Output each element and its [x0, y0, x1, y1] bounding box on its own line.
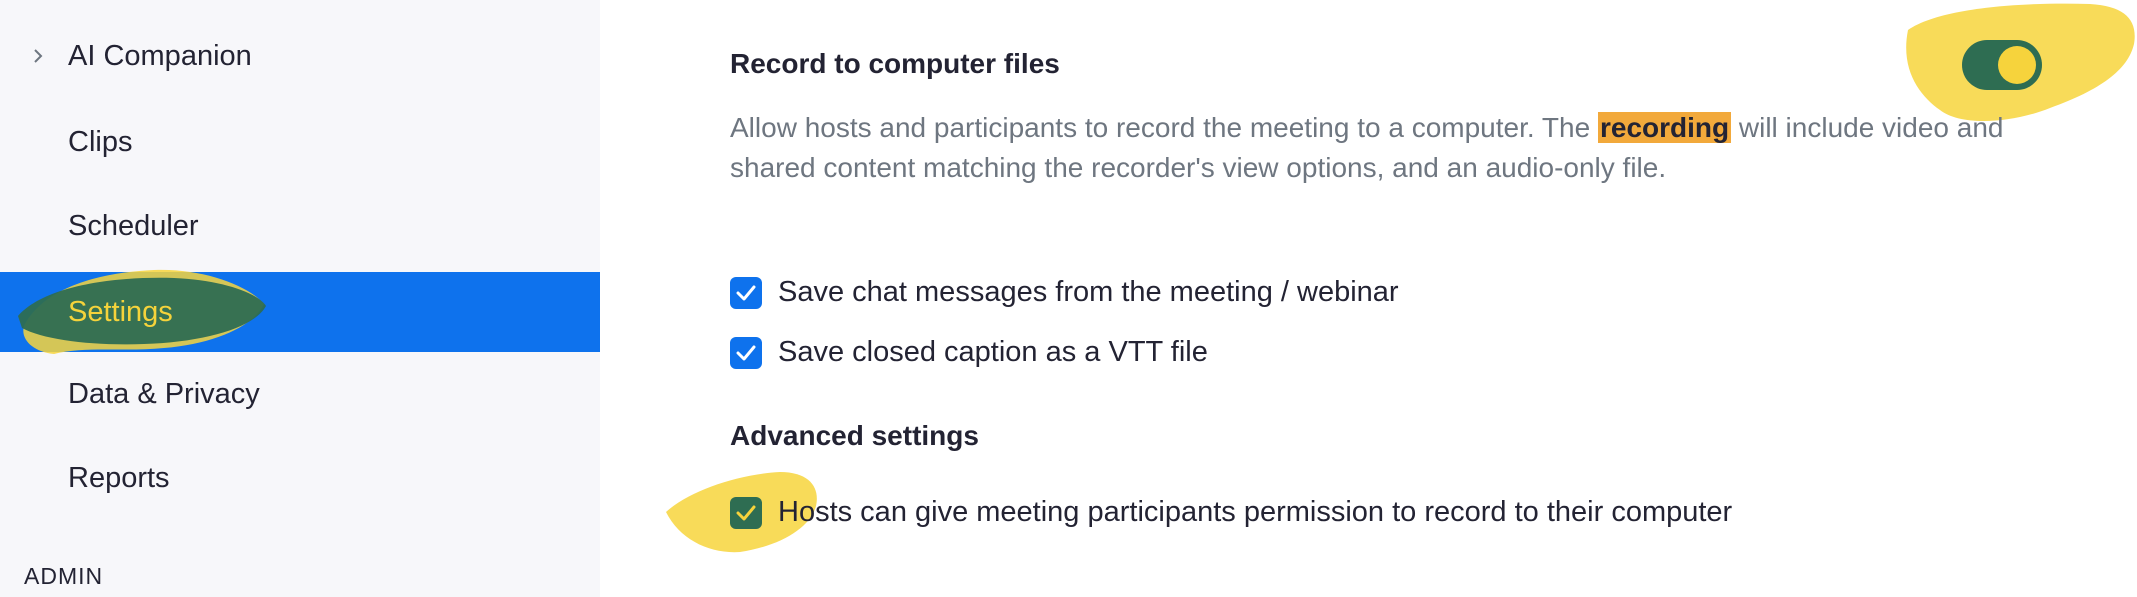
check-icon [736, 505, 756, 520]
option-label: Hosts can give meeting participants perm… [778, 496, 1733, 528]
advanced-settings-title: Advanced settings [730, 420, 979, 451]
description-text: Allow hosts and participants to record t… [730, 112, 1598, 143]
host-permission-checkbox[interactable] [730, 496, 762, 529]
option-save-caption[interactable]: Save closed caption as a VTT file [730, 336, 1208, 369]
highlighted-term: recording [1597, 112, 1732, 143]
sidebar-item-label: Scheduler [68, 209, 199, 242]
sidebar-section-label: ADMIN [24, 563, 104, 589]
save-caption-checkbox[interactable] [730, 336, 762, 369]
option-label: Save chat messages from the meeting / we… [778, 276, 1399, 308]
setting-title: Record to computer files [730, 48, 1060, 79]
check-icon [736, 345, 756, 360]
sidebar-item-data-privacy[interactable]: Data & Privacy [0, 354, 600, 434]
option-host-permission[interactable]: Hosts can give meeting participants perm… [666, 472, 1733, 553]
sidebar-item-label: Data & Privacy [68, 377, 260, 410]
sidebar-item-clips[interactable]: Clips [0, 102, 600, 182]
toggle-knob [1998, 46, 2036, 84]
sidebar: AI Companion Clips Scheduler Settings Da… [0, 0, 600, 597]
sidebar-item-reports[interactable]: Reports [0, 438, 600, 518]
sidebar-item-settings[interactable]: Settings [0, 269, 600, 354]
sidebar-item-ai-companion[interactable]: AI Companion [0, 16, 600, 96]
sidebar-item-label: Settings [68, 295, 173, 328]
record-to-computer-toggle[interactable] [1962, 40, 2042, 90]
sidebar-item-label: Clips [68, 125, 133, 158]
option-save-chat[interactable]: Save chat messages from the meeting / we… [730, 276, 1399, 309]
sidebar-item-label: Reports [68, 461, 170, 494]
setting-description: Allow hosts and participants to record t… [730, 108, 2020, 188]
save-chat-checkbox[interactable] [730, 276, 762, 309]
sidebar-item-scheduler[interactable]: Scheduler [0, 186, 600, 266]
option-label: Save closed caption as a VTT file [778, 336, 1208, 368]
settings-panel: Record to computer files Allow hosts and… [600, 0, 2137, 597]
app-window: AI Companion Clips Scheduler Settings Da… [0, 0, 2137, 597]
check-icon [736, 285, 756, 300]
sidebar-item-label: AI Companion [68, 39, 252, 72]
chevron-right-icon[interactable] [28, 46, 48, 66]
